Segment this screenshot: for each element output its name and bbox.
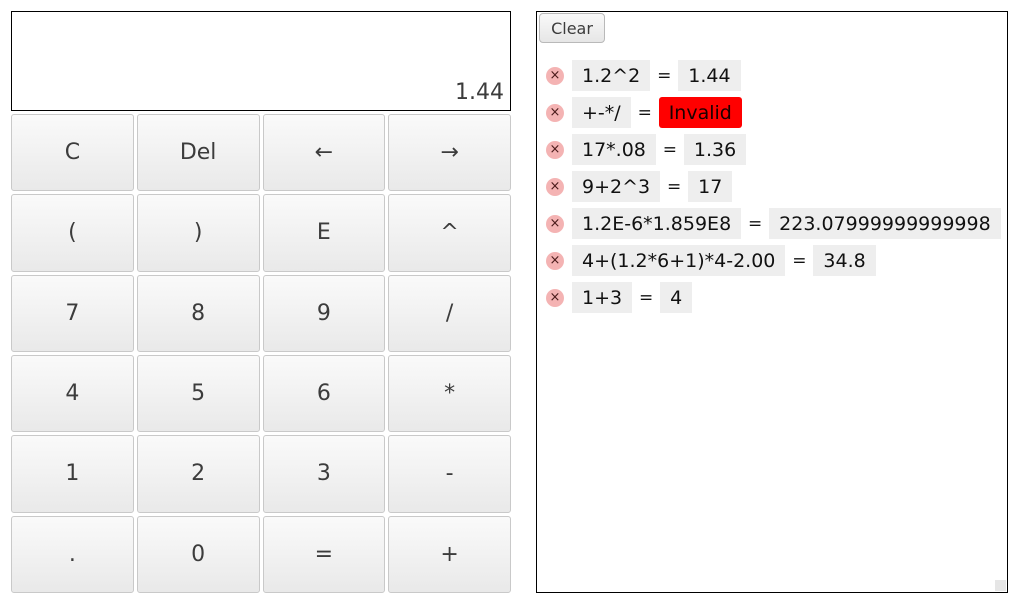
clear-history-button[interactable]: Clear <box>539 13 605 43</box>
history-expression[interactable]: 17*.08 <box>572 134 656 165</box>
history-expression[interactable]: 4+(1.2*6+1)*4-2.00 <box>572 245 786 276</box>
history-entry: × 9+2^3 = 17 <box>546 168 1001 205</box>
history-panel: Clear × 1.2^2 = 1.44 × +-*/= Invalid × 17*.08 = 1.… <box>536 11 1008 593</box>
cursor-left-key[interactable]: ← <box>262 114 386 192</box>
history-entry: × 17*.08 = 1.36 <box>546 131 1001 168</box>
divide-key[interactable]: / <box>388 274 511 352</box>
digit-4-key[interactable]: 4 <box>11 355 134 433</box>
digit-9-key[interactable]: 9 <box>262 274 386 352</box>
delete-entry-icon[interactable]: × <box>546 214 564 233</box>
equals-sign: = <box>792 250 807 271</box>
history-expression[interactable]: 1+3 <box>572 282 633 313</box>
delete-entry-icon[interactable]: × <box>546 251 564 270</box>
delete-entry-icon[interactable]: × <box>546 140 564 159</box>
digit-0-key[interactable]: 0 <box>136 515 260 593</box>
history-entry: × 4+(1.2*6+1)*4-2.00 = 34.8 <box>546 242 1001 279</box>
digit-3-key[interactable]: 3 <box>262 435 386 513</box>
delete-entry-icon[interactable]: × <box>546 288 564 307</box>
open-paren-key[interactable]: ( <box>11 194 134 272</box>
history-expression[interactable]: +-*/ <box>572 97 631 128</box>
history-entry: × +-*/ = Invalid <box>546 94 1001 131</box>
history-entry: × 1+3 = 4 <box>546 279 1001 316</box>
digit-2-key[interactable]: 2 <box>136 435 260 513</box>
close-paren-key[interactable]: ) <box>136 194 260 272</box>
delete-key[interactable]: Del <box>136 114 260 192</box>
delete-entry-icon[interactable]: × <box>546 103 564 122</box>
equals-sign: = <box>662 139 678 160</box>
exponent-e-key[interactable]: E <box>262 194 386 272</box>
history-expression[interactable]: 9+2^3 <box>572 171 661 202</box>
equals-sign: = <box>637 102 652 123</box>
calculator-display: 1.44 <box>11 11 511 111</box>
power-key[interactable]: ^ <box>388 194 511 272</box>
history-list: × 1.2^2 = 1.44 × +-*/= Invalid × 17*.08 = 1.36 × 9+2… <box>546 57 1001 316</box>
equals-sign: = <box>638 287 654 308</box>
history-result[interactable]: 223.07999999999998 <box>769 208 1001 239</box>
history-entry: × 1.2E-6*1.859E8 = 223.07999999999998 <box>546 205 1001 242</box>
digit-8-key[interactable]: 8 <box>136 274 260 352</box>
digit-1-key[interactable]: 1 <box>11 435 134 513</box>
clear-key[interactable]: C <box>11 114 134 192</box>
history-result-invalid[interactable]: Invalid <box>658 97 742 128</box>
history-result[interactable]: 1.44 <box>678 60 741 91</box>
equals-sign: = <box>748 213 763 234</box>
subtract-key[interactable]: - <box>388 435 511 513</box>
add-key[interactable]: + <box>388 515 511 593</box>
digit-7-key[interactable]: 7 <box>11 274 134 352</box>
multiply-key[interactable]: * <box>388 355 511 433</box>
delete-entry-icon[interactable]: × <box>546 66 564 85</box>
history-result[interactable]: 4 <box>660 282 693 313</box>
history-entry: × 1.2^2 = 1.44 <box>546 57 1001 94</box>
equals-sign: = <box>666 176 682 197</box>
delete-entry-icon[interactable]: × <box>546 177 564 196</box>
equals-key[interactable]: = <box>262 515 386 593</box>
history-result[interactable]: 17 <box>688 171 733 202</box>
history-result[interactable]: 1.36 <box>683 134 747 165</box>
equals-sign: = <box>657 65 672 86</box>
display-value: 1.44 <box>455 80 504 105</box>
history-result[interactable]: 34.8 <box>813 245 876 276</box>
resize-grip[interactable] <box>995 580 1006 591</box>
keypad: C Del ← → () E ^ 7 8 9/ 4 5 6 * 1 2 3-. 0 = + <box>11 114 511 593</box>
decimal-point-key[interactable]: . <box>11 515 134 593</box>
cursor-right-key[interactable]: → <box>388 114 511 192</box>
history-expression[interactable]: 1.2E-6*1.859E8 <box>572 208 742 239</box>
history-expression[interactable]: 1.2^2 <box>572 60 651 91</box>
digit-5-key[interactable]: 5 <box>136 355 260 433</box>
digit-6-key[interactable]: 6 <box>262 355 386 433</box>
